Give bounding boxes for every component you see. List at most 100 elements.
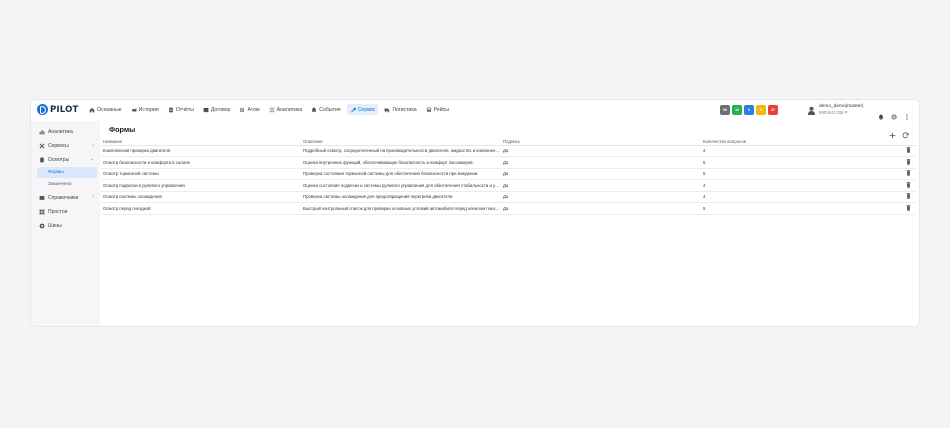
sidebar-item-2[interactable]: Осмотры ⌄ [31, 153, 100, 166]
nav-item-7[interactable]: Сервис [346, 104, 379, 115]
column-header-actions [901, 138, 916, 146]
cell-actions [901, 168, 916, 180]
nav-item-label: Рейсы [433, 106, 450, 113]
report-icon [168, 107, 174, 113]
user-phone: 9602641785 P [819, 110, 848, 115]
user-menu[interactable]: demo_demo(master) 9602641785 P [807, 104, 864, 116]
nav-item-6[interactable]: События [308, 104, 343, 115]
delete-trash-icon[interactable] [906, 193, 911, 199]
analytics-icon [269, 107, 275, 113]
table-row[interactable]: Осмотр безопасности и комфорта в салоне О… [101, 156, 916, 169]
cell-name: Осмотр перед поездкой [101, 202, 301, 215]
brand-name: PILOT [50, 104, 79, 115]
status-badge[interactable]: 10 [732, 105, 742, 115]
chevron-icon: › [92, 142, 94, 148]
cell-signature: Да [501, 191, 701, 203]
cell-question-count: 5 [701, 202, 901, 215]
add-icon[interactable] [889, 126, 896, 139]
bus-icon [426, 107, 432, 113]
sidebar-item-5[interactable]: Шины [31, 219, 100, 232]
top-actions [878, 107, 910, 120]
nav-item-3[interactable]: Договор [200, 104, 234, 115]
cell-actions [901, 179, 916, 192]
nav-item-label: Договор [210, 106, 231, 113]
column-header-question-count[interactable]: Количество вопросов [701, 138, 901, 146]
page-title: Формы [109, 125, 136, 134]
nav-item-2[interactable]: Отчёты [165, 104, 197, 115]
truck-icon [384, 107, 390, 113]
page-actions [889, 126, 909, 139]
table-row[interactable]: Осмотр подвески и рулевого управления Оце… [101, 179, 916, 192]
chevron-icon: › [92, 194, 94, 200]
cell-question-count: 4 [701, 179, 901, 192]
nav-item-label: События [319, 106, 341, 113]
nav-item-label: Аналитика [276, 106, 303, 113]
sidebar: Аналитика Сервисы › Осмотры ⌄ Формы Законченo С… [31, 121, 100, 326]
contract-icon [203, 107, 209, 113]
main-nav: Основные История Отчёты Договор Атом Аналитик… [86, 104, 452, 115]
nav-item-8[interactable]: Логистика [381, 104, 419, 115]
table-row[interactable]: Комплексная проверка двигателя Подробный … [101, 145, 916, 157]
notifications-bell-icon[interactable] [878, 107, 884, 120]
delete-trash-icon[interactable] [906, 158, 911, 165]
nav-item-label: Логистика [392, 106, 417, 113]
forms-table: Название Описание Подпись Количество воп… [101, 138, 916, 215]
column-header-name[interactable]: Название [101, 138, 301, 146]
sidebar-item-3[interactable]: Справочники › [31, 191, 100, 204]
sidebar-item-label: Аналитика [48, 128, 73, 135]
status-badge[interactable]: 0 [756, 105, 766, 115]
column-header-signature[interactable]: Подпись [501, 138, 701, 146]
main-content: Формы Название Описание Подпись Количест… [100, 121, 919, 326]
status-badges: 99 10 6 0 47 [720, 105, 778, 115]
nav-item-1[interactable]: История [128, 104, 162, 115]
sidebar-subitem-0[interactable]: Формы [37, 167, 97, 178]
delete-trash-icon[interactable] [906, 170, 911, 176]
nav-item-0[interactable]: Основные [86, 104, 125, 115]
more-menu-icon[interactable] [904, 107, 910, 120]
sidebar-item-label: Осмотры [48, 156, 70, 163]
logo-mark-icon [37, 104, 48, 115]
nav-item-label: Сервис [357, 106, 376, 113]
nav-item-label: Отчёты [175, 106, 194, 113]
cell-actions [901, 191, 916, 203]
cell-actions [901, 156, 916, 169]
sidebar-item-label: Сервисы [48, 142, 69, 149]
book-icon [39, 195, 45, 201]
history-icon [131, 107, 137, 113]
table-row[interactable]: Осмотр тормозной системы Проверка состоян… [101, 168, 916, 180]
nav-item-9[interactable]: Рейсы [423, 104, 452, 115]
cell-description: Подробный осмотр, сосредоточенный на про… [301, 145, 501, 157]
nav-item-5[interactable]: Аналитика [266, 104, 306, 115]
chevron-icon: ⌄ [89, 156, 94, 162]
cell-signature: Да [501, 168, 701, 180]
status-badge[interactable]: 47 [768, 105, 778, 115]
settings-gear-icon[interactable] [891, 107, 897, 120]
tire-icon [39, 223, 45, 229]
sidebar-subitem-1[interactable]: Законченo [37, 179, 97, 190]
nav-item-label: История [138, 106, 159, 113]
grid-icon [39, 209, 45, 215]
refresh-icon[interactable] [902, 126, 909, 139]
cell-description: Проверка состояния тормозной системы для… [301, 168, 501, 180]
delete-trash-icon[interactable] [906, 204, 911, 211]
cell-name: Осмотр безопасности и комфорта в салоне [101, 156, 301, 169]
sidebar-item-0[interactable]: Аналитика [31, 125, 100, 138]
cell-signature: Да [501, 202, 701, 215]
sidebar-item-4[interactable]: Простои [31, 205, 100, 218]
sidebar-item-label: Шины [48, 222, 62, 229]
cell-question-count: 5 [701, 156, 901, 169]
cell-name: Комплексная проверка двигателя [101, 145, 301, 157]
status-badge[interactable]: 99 [720, 105, 730, 115]
column-header-description[interactable]: Описание [301, 138, 501, 146]
cell-question-count: 5 [701, 168, 901, 180]
chart-icon [39, 129, 45, 135]
cell-description: Оценка состояния подвески и системы руле… [301, 179, 501, 192]
brand-logo[interactable]: PILOT [37, 104, 79, 115]
nav-item-4[interactable]: Атом [236, 104, 262, 115]
delete-trash-icon[interactable] [906, 181, 911, 188]
table-row[interactable]: Осмотр перед поездкой Быстрый контрольный… [101, 202, 916, 215]
delete-trash-icon[interactable] [906, 147, 911, 153]
table-row[interactable]: Осмотр системы охлаждения Проверка систем… [101, 191, 916, 203]
sidebar-item-1[interactable]: Сервисы › [31, 139, 100, 152]
status-badge[interactable]: 6 [744, 105, 754, 115]
